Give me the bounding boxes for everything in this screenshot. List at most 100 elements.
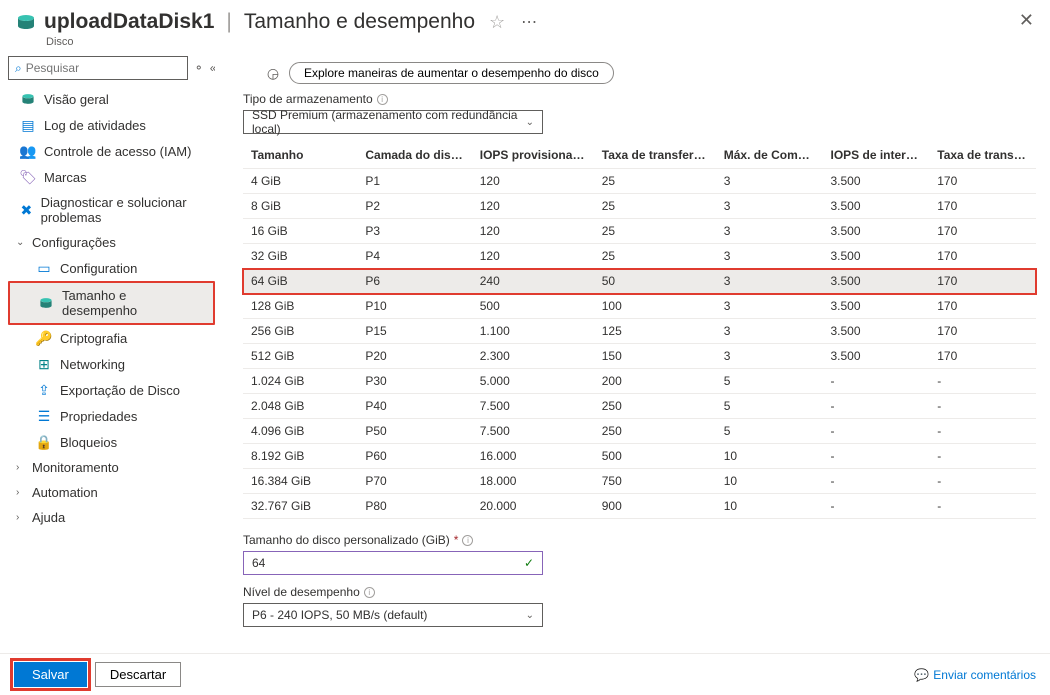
sidebar-group-label: Automation bbox=[32, 485, 98, 500]
info-icon: i bbox=[592, 151, 594, 162]
footer-bar: Salvar Descartar 💬 Enviar comentários bbox=[0, 653, 1050, 695]
table-row[interactable]: 4 GiBP11202533.500170 bbox=[243, 169, 1036, 194]
table-cell: 3.500 bbox=[823, 294, 930, 319]
table-cell: P60 bbox=[357, 444, 471, 469]
sidebar-item-tags[interactable]: 🏷 Marcas bbox=[8, 164, 215, 190]
table-cell: 18.000 bbox=[472, 469, 594, 494]
col-throughput[interactable]: Taxa de transferênci... i bbox=[594, 142, 716, 169]
table-cell: 250 bbox=[594, 419, 716, 444]
sidebar-group-config[interactable]: ⌄ Configurações bbox=[8, 230, 215, 255]
table-cell: P4 bbox=[357, 244, 471, 269]
sidebar-item-locks[interactable]: 🔒 Bloqueios bbox=[8, 429, 215, 455]
table-cell: 170 bbox=[929, 244, 1036, 269]
sidebar-item-encryption[interactable]: 🔑 Criptografia bbox=[8, 325, 215, 351]
table-cell: 170 bbox=[929, 219, 1036, 244]
table-row[interactable]: 8 GiBP21202533.500170 bbox=[243, 194, 1036, 219]
sidebar-item-overview[interactable]: Visão geral bbox=[8, 86, 215, 112]
table-row[interactable]: 64 GiBP62405033.500170 bbox=[243, 269, 1036, 294]
table-row[interactable]: 128 GiBP1050010033.500170 bbox=[243, 294, 1036, 319]
explore-performance-button[interactable]: Explore maneiras de aumentar o desempenh… bbox=[289, 62, 614, 84]
chevron-down-icon: ⌄ bbox=[526, 117, 534, 128]
sidebar-item-label: Criptografia bbox=[60, 331, 127, 346]
sidebar-item-label: Networking bbox=[60, 357, 125, 372]
table-cell: 500 bbox=[594, 444, 716, 469]
sidebar-item-properties[interactable]: ☰ Propriedades bbox=[8, 403, 215, 429]
sidebar-item-configuration[interactable]: ▭ Configuration bbox=[8, 255, 215, 281]
col-burst-iops[interactable]: IOPS de intermitê... i bbox=[823, 142, 930, 169]
table-cell: - bbox=[823, 369, 930, 394]
table-row[interactable]: 1.024 GiBP305.0002005-- bbox=[243, 369, 1036, 394]
chevron-right-icon: › bbox=[16, 487, 26, 498]
table-row[interactable]: 16.384 GiBP7018.00075010-- bbox=[243, 469, 1036, 494]
more-menu-icon[interactable]: ⋯ bbox=[521, 12, 537, 32]
favorite-star-icon[interactable]: ☆ bbox=[489, 12, 505, 33]
table-cell: 125 bbox=[594, 319, 716, 344]
sidebar-item-size-performance[interactable]: Tamanho e desempenho bbox=[8, 281, 215, 325]
feedback-icon: 💬 bbox=[914, 668, 929, 682]
table-cell: 3 bbox=[716, 244, 823, 269]
network-icon: ⊞ bbox=[36, 356, 52, 372]
table-cell: 170 bbox=[929, 169, 1036, 194]
table-cell: 2.048 GiB bbox=[243, 394, 357, 419]
compass-icon: ◶ bbox=[265, 65, 281, 81]
main-content: ◶ Explore maneiras de aumentar o desempe… bbox=[215, 56, 1050, 641]
sidebar-item-diagnose[interactable]: ✖ Diagnosticar e solucionar problemas bbox=[8, 190, 215, 230]
sidebar-item-activity-log[interactable]: ▤ Log de atividades bbox=[8, 112, 215, 138]
storage-type-label: Tipo de armazenamento i bbox=[243, 92, 1036, 106]
table-cell: 5 bbox=[716, 394, 823, 419]
col-burst-tp[interactable]: Taxa de transfer... i bbox=[929, 142, 1036, 169]
table-cell: 100 bbox=[594, 294, 716, 319]
col-iops[interactable]: IOPS provisionada i bbox=[472, 142, 594, 169]
sidebar-item-iam[interactable]: 👥 Controle de acesso (IAM) bbox=[8, 138, 215, 164]
table-cell: 8 GiB bbox=[243, 194, 357, 219]
table-row[interactable]: 32.767 GiBP8020.00090010-- bbox=[243, 494, 1036, 519]
table-row[interactable]: 16 GiBP31202533.500170 bbox=[243, 219, 1036, 244]
table-cell: 32.767 GiB bbox=[243, 494, 357, 519]
table-row[interactable]: 32 GiBP41202533.500170 bbox=[243, 244, 1036, 269]
perf-tier-dropdown[interactable]: P6 - 240 IOPS, 50 MB/s (default) ⌄ bbox=[243, 603, 543, 627]
search-input[interactable] bbox=[26, 61, 181, 75]
table-row[interactable]: 512 GiBP202.30015033.500170 bbox=[243, 344, 1036, 369]
info-icon[interactable]: i bbox=[364, 587, 375, 598]
table-cell: 5.000 bbox=[472, 369, 594, 394]
table-cell: 64 GiB bbox=[243, 269, 357, 294]
info-icon[interactable]: i bbox=[462, 535, 473, 546]
chevron-right-icon: › bbox=[16, 512, 26, 523]
pin-icon[interactable]: ⚬ bbox=[194, 61, 204, 75]
info-icon[interactable]: i bbox=[377, 94, 388, 105]
table-cell: 170 bbox=[929, 319, 1036, 344]
table-cell: 120 bbox=[472, 194, 594, 219]
storage-type-dropdown[interactable]: SSD Premium (armazenamento com redundânc… bbox=[243, 110, 543, 134]
table-cell: 3.500 bbox=[823, 344, 930, 369]
sidebar-group-help[interactable]: › Ajuda bbox=[8, 505, 215, 530]
col-size[interactable]: Tamanho bbox=[243, 142, 357, 169]
table-cell: P3 bbox=[357, 219, 471, 244]
feedback-link[interactable]: 💬 Enviar comentários bbox=[914, 668, 1036, 682]
custom-size-input[interactable]: 64 ✓ bbox=[243, 551, 543, 575]
discard-button[interactable]: Descartar bbox=[95, 662, 181, 687]
search-input-wrapper[interactable]: ⌕ bbox=[8, 56, 188, 80]
table-cell: P80 bbox=[357, 494, 471, 519]
sidebar-item-networking[interactable]: ⊞ Networking bbox=[8, 351, 215, 377]
sidebar-item-disk-export[interactable]: ⇪ Exportação de Disco bbox=[8, 377, 215, 403]
table-cell: 32 GiB bbox=[243, 244, 357, 269]
table-cell: - bbox=[929, 369, 1036, 394]
table-cell: P1 bbox=[357, 169, 471, 194]
sidebar-group-label: Ajuda bbox=[32, 510, 65, 525]
table-cell: 3.500 bbox=[823, 194, 930, 219]
sidebar-group-monitoring[interactable]: › Monitoramento bbox=[8, 455, 215, 480]
table-row[interactable]: 2.048 GiBP407.5002505-- bbox=[243, 394, 1036, 419]
sidebar-group-automation[interactable]: › Automation bbox=[8, 480, 215, 505]
table-cell: 200 bbox=[594, 369, 716, 394]
table-cell: 3 bbox=[716, 194, 823, 219]
close-icon[interactable]: ✕ bbox=[1019, 10, 1034, 31]
table-row[interactable]: 256 GiBP151.10012533.500170 bbox=[243, 319, 1036, 344]
col-shares[interactable]: Máx. de Comparti... i bbox=[716, 142, 823, 169]
perf-tier-value: P6 - 240 IOPS, 50 MB/s (default) bbox=[252, 608, 427, 622]
save-button[interactable]: Salvar bbox=[14, 662, 87, 687]
perf-tier-label: Nível de desempenho i bbox=[243, 585, 1036, 599]
table-cell: 3 bbox=[716, 219, 823, 244]
table-row[interactable]: 4.096 GiBP507.5002505-- bbox=[243, 419, 1036, 444]
table-row[interactable]: 8.192 GiBP6016.00050010-- bbox=[243, 444, 1036, 469]
col-tier[interactable]: Camada do disco bbox=[357, 142, 471, 169]
